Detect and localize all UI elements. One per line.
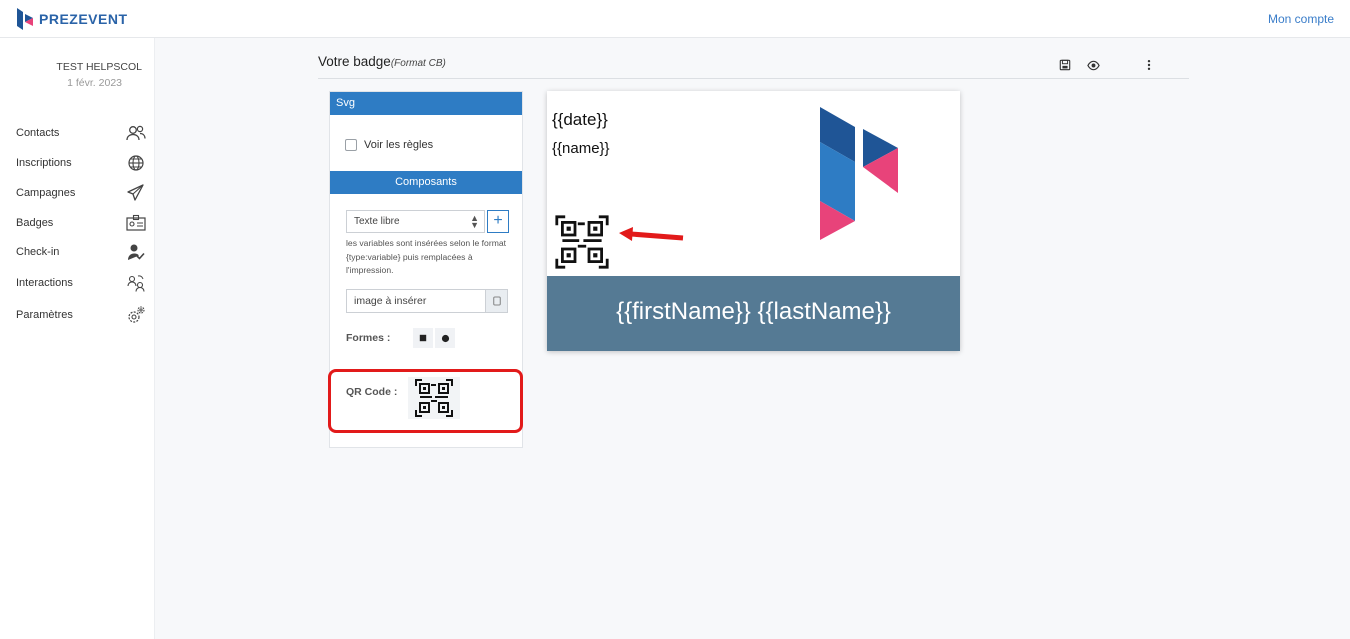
badge-name-variable[interactable]: {{name}} <box>552 140 610 157</box>
file-icon[interactable] <box>485 290 507 312</box>
prezevent-logo-icon <box>17 8 33 30</box>
brand-name: PREZEVENT <box>39 11 128 27</box>
organization-name: TEST HELPSCOL <box>56 61 142 73</box>
save-icon[interactable] <box>1058 58 1072 72</box>
checkbox-box[interactable] <box>345 139 357 151</box>
contacts-icon <box>125 123 147 143</box>
paper-plane-icon <box>125 183 147 203</box>
sidebar-item-check-in[interactable]: Check-in <box>0 241 155 263</box>
circle-shape-icon[interactable] <box>435 328 455 348</box>
image-upload-placeholder: image à insérer <box>354 295 427 307</box>
image-upload-field[interactable]: image à insérer <box>346 289 508 313</box>
sidebar-item-label: Badges <box>16 217 54 229</box>
red-arrow-annotation <box>619 227 684 241</box>
sidebar-item-label: Check-in <box>16 246 60 258</box>
eye-icon[interactable] <box>1086 58 1100 72</box>
badge-preview[interactable]: {{date}} {{name}} {{firstName}} {{lastNa… <box>547 91 960 351</box>
organization-date: 1 févr. 2023 <box>67 77 122 89</box>
badge-qr-code[interactable] <box>554 214 610 270</box>
more-vertical-icon[interactable] <box>1142 58 1156 72</box>
badge-date-variable[interactable]: {{date}} <box>552 110 608 130</box>
interactions-icon <box>125 273 147 293</box>
show-rules-checkbox[interactable]: Voir les règles <box>345 139 433 151</box>
sidebar-item-label: Campagnes <box>16 187 76 199</box>
shapes-label: Formes : <box>346 332 391 344</box>
globe-icon <box>125 153 147 173</box>
sidebar-item-contacts[interactable]: Contacts <box>0 122 155 144</box>
sidebar-item-label: Paramètres <box>16 309 73 321</box>
svg-panel-header[interactable]: Svg <box>330 92 522 115</box>
badge-format-label: (Format CB) <box>390 58 446 69</box>
page-title: Votre badge(Format CB) <box>318 54 446 69</box>
component-type-value: Texte libre <box>354 216 400 227</box>
sidebar: TEST HELPSCOL 1 févr. 2023 Contacts Insc… <box>0 38 155 639</box>
sidebar-item-interactions[interactable]: Interactions <box>0 272 155 294</box>
sidebar-item-label: Contacts <box>16 127 60 139</box>
show-rules-label: Voir les règles <box>364 139 434 151</box>
sidebar-item-campagnes[interactable]: Campagnes <box>0 182 155 204</box>
prezevent-badge-logo[interactable] <box>817 105 903 242</box>
sidebar-item-inscriptions[interactable]: Inscriptions <box>0 152 155 174</box>
qr-code-highlight <box>328 369 523 433</box>
page-title-text: Votre badge <box>318 54 391 69</box>
user-check-icon <box>125 242 147 262</box>
sidebar-item-label: Interactions <box>16 277 73 289</box>
header-divider <box>318 78 1189 79</box>
sidebar-item-label: Inscriptions <box>16 157 72 169</box>
sidebar-item-parametres[interactable]: Paramètres <box>0 304 155 326</box>
select-arrows-icon: ▲ ▼ <box>470 213 479 230</box>
component-type-select[interactable]: Texte libre ▲ ▼ <box>346 210 485 233</box>
square-shape-icon[interactable] <box>413 328 433 348</box>
gears-icon <box>125 305 147 325</box>
components-header[interactable]: Composants <box>330 171 522 194</box>
sidebar-item-badges[interactable]: Badges <box>0 212 155 234</box>
variables-help-text: les variables sont insérées selon le for… <box>346 238 507 275</box>
account-link[interactable]: Mon compte <box>1268 12 1334 26</box>
id-card-icon <box>125 213 147 233</box>
badge-fullname-banner[interactable]: {{firstName}} {{lastName}} <box>547 276 960 351</box>
brand-logo[interactable]: PREZEVENT <box>17 8 128 30</box>
top-bar: PREZEVENT Mon compte <box>0 0 1350 38</box>
add-component-button[interactable]: + <box>487 210 509 233</box>
